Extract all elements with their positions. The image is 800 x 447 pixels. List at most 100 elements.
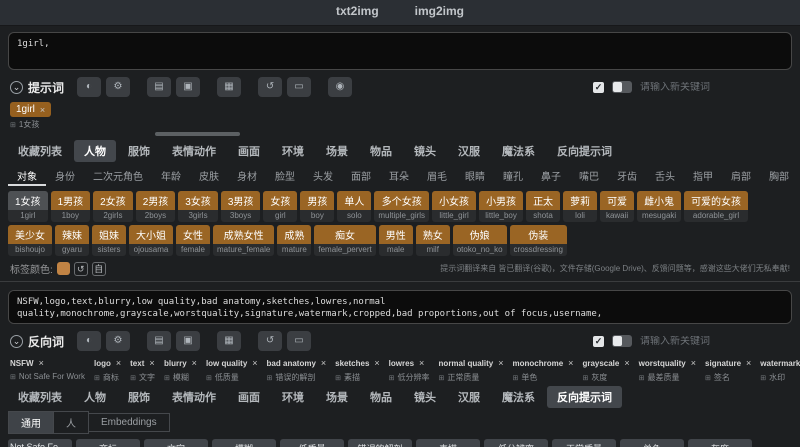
- subcategory-tab[interactable]: 皮肤: [190, 165, 228, 186]
- subcategory-tab[interactable]: 对象: [8, 165, 46, 186]
- tag-button[interactable]: 2男孩 2boys: [135, 191, 176, 222]
- negative-tag-chip[interactable]: sketches × ⊞ 素描: [335, 356, 380, 383]
- remove-tag-icon[interactable]: ×: [746, 358, 751, 368]
- remove-tag-icon[interactable]: ×: [192, 358, 197, 368]
- category-tab[interactable]: 魔法系: [492, 386, 545, 408]
- trash-icon[interactable]: ▭: [287, 77, 312, 97]
- tag-button[interactable]: 低分辨率 lowres: [484, 439, 548, 447]
- save-icon[interactable]: ▤: [147, 331, 172, 351]
- negative-tag-chip[interactable]: watermark× ⊞水印: [760, 356, 800, 383]
- tag-button[interactable]: 错误的解剖 bad anatomy: [348, 439, 412, 447]
- tag-button[interactable]: 萝莉 loli: [563, 191, 598, 222]
- subcategory-tab[interactable]: 眉毛: [418, 165, 456, 186]
- category-tab[interactable]: 场景: [316, 140, 358, 162]
- subcategory-tab[interactable]: 舌头: [646, 165, 684, 186]
- tag-button[interactable]: 成熟 mature: [277, 225, 312, 256]
- tag-button[interactable]: 熟女 milf: [415, 225, 450, 256]
- color-reset-icon[interactable]: ↺: [73, 261, 88, 276]
- remove-tag-icon[interactable]: ×: [39, 358, 44, 368]
- tag-button[interactable]: 1男孩 1boy: [50, 191, 91, 222]
- autocomplete-checkbox[interactable]: ✓: [593, 335, 604, 347]
- subcategory-tab[interactable]: 身份: [46, 165, 84, 186]
- remove-tag-icon[interactable]: ×: [419, 358, 424, 368]
- remove-tag-icon[interactable]: ×: [498, 358, 503, 368]
- remove-tag-icon[interactable]: ×: [321, 358, 326, 368]
- category-tab[interactable]: 画面: [228, 140, 270, 162]
- generation-mode-tab[interactable]: txt2img: [333, 0, 382, 25]
- subcategory-tab[interactable]: 肩部: [722, 165, 760, 186]
- tag-button[interactable]: 可爱的女孩 adorable_girl: [684, 191, 749, 222]
- subcategory-tab[interactable]: 通用: [8, 411, 54, 434]
- category-tab[interactable]: 表情动作: [162, 386, 226, 408]
- autocomplete-toggle[interactable]: [612, 81, 632, 93]
- tag-button[interactable]: 文字 text: [144, 439, 208, 447]
- new-keyword-input[interactable]: [640, 335, 790, 347]
- tag-button[interactable]: Not Safe For W... NSFW: [8, 439, 72, 447]
- tag-color-swatch[interactable]: [56, 262, 70, 275]
- subcategory-tab[interactable]: 鼻子: [532, 165, 570, 186]
- negative-tag-chip[interactable]: signature × ⊞ 签名: [705, 356, 751, 383]
- tag-button[interactable]: 可爱 kawaii: [600, 191, 635, 222]
- tag-button[interactable]: 多个女孩 multiple_girls: [374, 191, 430, 222]
- category-tab[interactable]: 人物: [74, 386, 116, 408]
- settings-icon[interactable]: ⚙: [106, 77, 131, 97]
- translate-icon[interactable]: ◐: [77, 77, 102, 97]
- subcategory-tab[interactable]: 脸型: [266, 165, 304, 186]
- subcategory-tab[interactable]: 牙齿: [608, 165, 646, 186]
- subcategory-tab[interactable]: 嘴巴: [570, 165, 608, 186]
- history-icon[interactable]: ↺: [258, 77, 283, 97]
- remove-tag-icon[interactable]: ×: [624, 358, 629, 368]
- notebook-icon[interactable]: ▣: [176, 77, 201, 97]
- translate-icon[interactable]: ◐: [77, 331, 102, 351]
- subcategory-tab[interactable]: 指甲: [684, 165, 722, 186]
- category-tab[interactable]: 环境: [272, 140, 314, 162]
- category-tab[interactable]: 镜头: [404, 386, 446, 408]
- remove-tag-icon[interactable]: ×: [149, 358, 154, 368]
- help-icon[interactable]: ◉: [328, 77, 353, 97]
- autocomplete-toggle[interactable]: [612, 335, 632, 347]
- tag-button[interactable]: 伪娘 otoko_no_ko: [452, 225, 507, 256]
- remove-tag-icon[interactable]: ×: [568, 358, 573, 368]
- tag-button[interactable]: 女孩 girl: [263, 191, 298, 222]
- remove-tag-icon[interactable]: ×: [116, 358, 121, 368]
- category-tab[interactable]: 反向提示词: [547, 140, 622, 162]
- category-tab[interactable]: 环境: [272, 386, 314, 408]
- image-icon[interactable]: ▦: [217, 77, 242, 97]
- tag-button[interactable]: 辣妹 gyaru: [55, 225, 89, 256]
- tag-button[interactable]: 素描 sketches: [416, 439, 480, 447]
- remove-tag-icon[interactable]: ×: [252, 358, 257, 368]
- generation-mode-tab[interactable]: img2img: [412, 0, 467, 25]
- settings-icon[interactable]: ⚙: [106, 331, 131, 351]
- category-tab[interactable]: 魔法系: [492, 140, 545, 162]
- tag-button[interactable]: 女性 female: [176, 225, 210, 256]
- new-keyword-input[interactable]: [640, 81, 790, 93]
- tag-button[interactable]: 低质量 low quality: [280, 439, 344, 447]
- category-tab[interactable]: 收藏列表: [8, 386, 72, 408]
- tag-button[interactable]: 男孩 boy: [300, 191, 335, 222]
- tag-button[interactable]: 大小姐 ojousama: [129, 225, 173, 256]
- tag-button[interactable]: 男性 male: [378, 225, 413, 256]
- subcategory-tab[interactable]: 胸部: [760, 165, 798, 186]
- subcategory-tab[interactable]: 瞳孔: [494, 165, 532, 186]
- negative-tag-chip[interactable]: monochrome × ⊞ 单色: [513, 356, 574, 383]
- notebook-icon[interactable]: ▣: [176, 331, 201, 351]
- history-icon[interactable]: ↺: [258, 331, 283, 351]
- subcategory-tab[interactable]: 年龄: [152, 165, 190, 186]
- tag-button[interactable]: 商标 logo: [76, 439, 140, 447]
- negative-tag-chip[interactable]: worstquality × ⊞ 最差质量: [639, 356, 696, 383]
- tag-button[interactable]: 灰度 grayscale: [688, 439, 752, 447]
- category-tab[interactable]: 场景: [316, 386, 358, 408]
- remove-tag-icon[interactable]: ×: [691, 358, 696, 368]
- tag-button[interactable]: 3男孩 3boys: [220, 191, 261, 222]
- negative-tag-chip[interactable]: logo × ⊞ 商标: [94, 356, 121, 383]
- tag-button[interactable]: 痴女 female_pervert: [314, 225, 376, 256]
- subcategory-tab[interactable]: 人: [53, 411, 89, 434]
- category-tab[interactable]: 服饰: [118, 386, 160, 408]
- trash-icon[interactable]: ▭: [287, 331, 312, 351]
- tag-button[interactable]: 美少女 bishoujo: [8, 225, 52, 256]
- category-tab[interactable]: 汉服: [448, 386, 490, 408]
- category-tab[interactable]: 反向提示词: [547, 386, 622, 408]
- chevron-down-icon[interactable]: ⌄: [10, 334, 23, 348]
- subcategory-tab[interactable]: 身材: [228, 165, 266, 186]
- remove-tag-icon[interactable]: ×: [40, 105, 45, 115]
